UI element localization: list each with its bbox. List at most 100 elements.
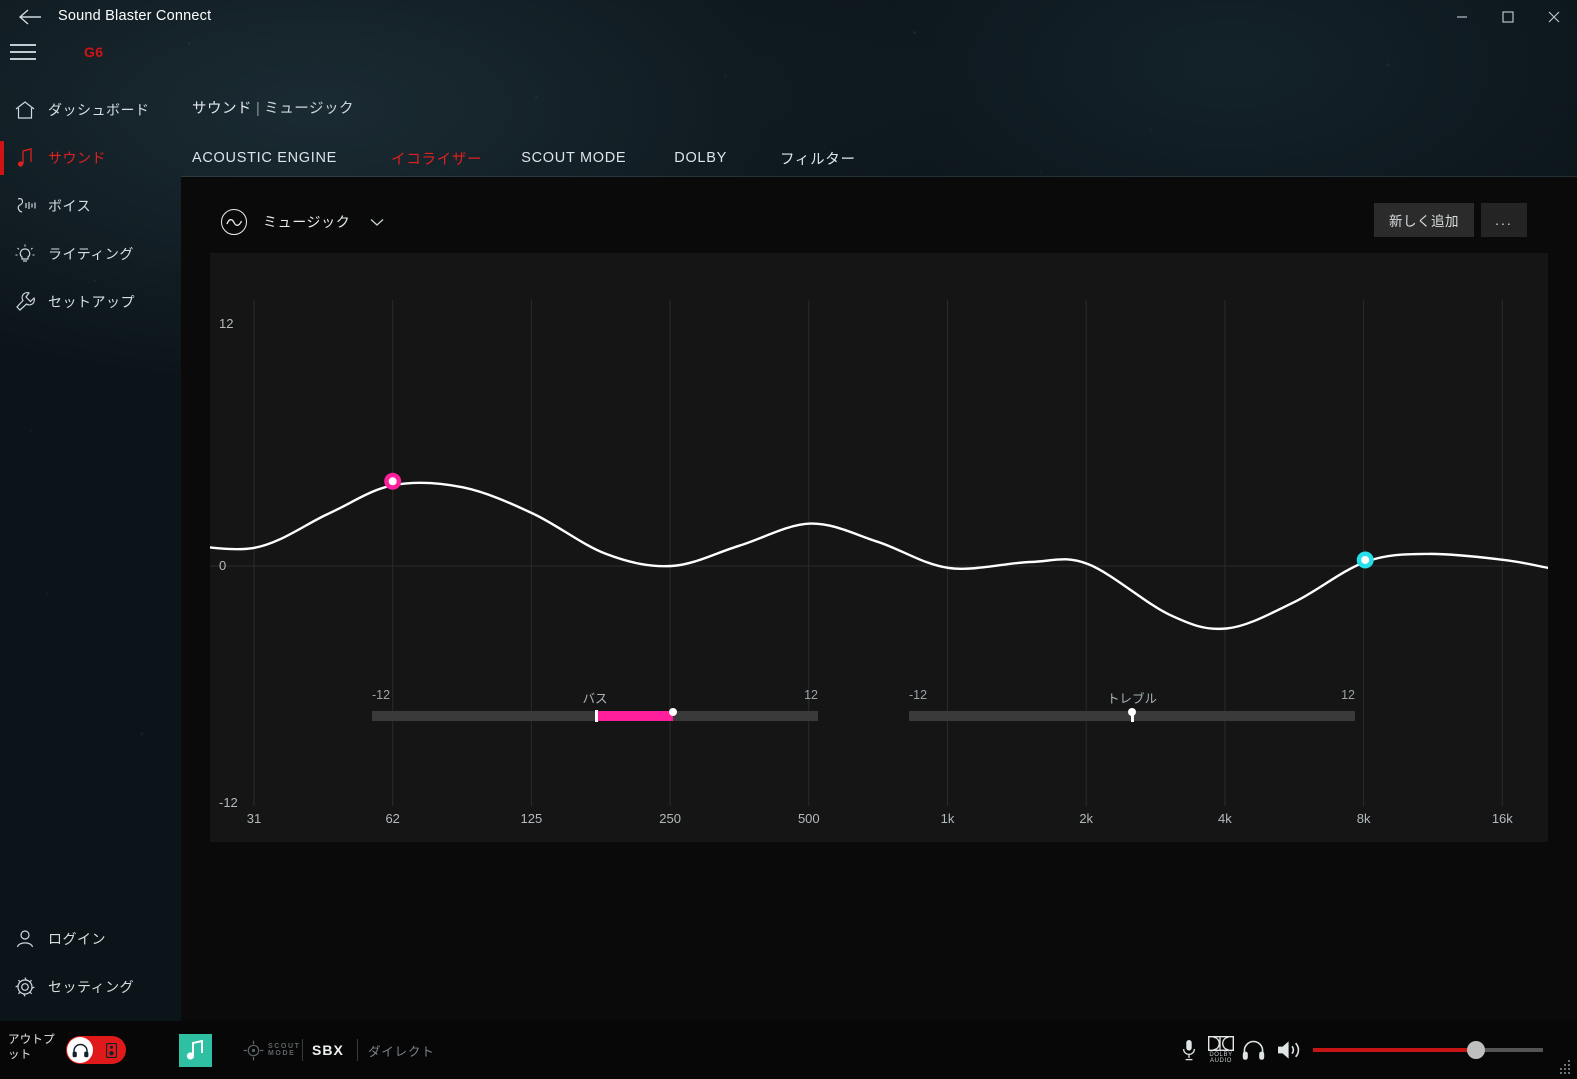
profile-tile-music[interactable] [179, 1034, 212, 1067]
sidebar-item-label: ボイス [48, 198, 92, 214]
x-axis-tick-label: 8k [1357, 811, 1371, 826]
scout-mode-crosshair-icon [243, 1040, 264, 1060]
app-title: Sound Blaster Connect [58, 8, 212, 24]
tab-scout-mode[interactable]: SCOUT MODE [521, 150, 626, 166]
bass-slider-thumb[interactable] [669, 708, 678, 716]
back-button[interactable] [8, 0, 52, 34]
window-controls [1439, 0, 1577, 34]
bass-slider-fill [595, 711, 674, 721]
tab-bar: ACOUSTIC ENGINE イコライザー SCOUT MODE DOLBY … [181, 138, 1577, 178]
treble-slider-name: トレブル [1106, 692, 1158, 706]
dolby-audio-button[interactable]: DOLBY AUDIO [1208, 1021, 1234, 1079]
microphone-icon [1182, 1040, 1196, 1061]
maximize-icon [1502, 11, 1514, 23]
volume-slider[interactable] [1313, 1041, 1543, 1059]
music-note-icon [14, 147, 48, 169]
sidebar-item-label: ライティング [48, 246, 134, 262]
x-axis-tick-label: 16k [1492, 811, 1513, 826]
breadcrumb: サウンド | ミュージック [192, 97, 354, 118]
x-axis-tick-label: 31 [247, 811, 261, 826]
hamburger-menu-icon-bar3 [10, 58, 36, 60]
bass-band-handle[interactable] [384, 472, 402, 490]
dolby-audio-icon [1208, 1036, 1234, 1051]
sidebar-item-label: セッティング [48, 979, 135, 995]
preset-selector[interactable]: ミュージック [221, 209, 384, 235]
scout-mode-label-top: SCOUT [268, 1043, 301, 1050]
app-window: Sound Blaster Connect G6 ダッシュボード サウンド ボイ… [0, 0, 1577, 1079]
tab-dolby[interactable]: DOLBY [674, 150, 727, 166]
sidebar-item-setup[interactable]: セットアップ [0, 278, 181, 326]
treble-slider-thumb[interactable] [1128, 708, 1136, 716]
dolby-label-bottom: AUDIO [1209, 1058, 1232, 1064]
equalizer-curve-path [210, 481, 1548, 631]
sidebar-item-label: セットアップ [48, 294, 135, 310]
status-bar: アウトプット SCOUT MODE SBX ダイレクト DOLBY AUDIO [0, 1021, 1577, 1079]
treble-max-label: 12 [1341, 688, 1355, 702]
sidebar-item-label: ダッシュボード [48, 102, 150, 118]
treble-slider-labels: -12 トレブル 12 [909, 688, 1355, 706]
menu-button[interactable] [10, 38, 40, 66]
x-axis-tick-label: 500 [798, 811, 820, 826]
microphone-button[interactable] [1181, 1021, 1197, 1079]
output-toggle[interactable] [66, 1036, 126, 1064]
equalizer-graph[interactable]: 12 0 -12 31 62 125 250 500 1k 2k 4k 8k 16k [210, 253, 1548, 842]
music-note-icon [186, 1040, 203, 1060]
x-axis-tick-label: 250 [659, 811, 681, 826]
gear-icon [14, 976, 48, 998]
x-axis-tick-label: 62 [385, 811, 399, 826]
close-button[interactable] [1531, 0, 1577, 34]
sidebar-item-label: ログイン [48, 931, 106, 947]
bass-slider-block: -12 バス 12 [372, 688, 818, 722]
status-divider-2 [357, 1039, 358, 1061]
bass-min-label: -12 [372, 688, 391, 702]
bass-slider-track[interactable] [372, 710, 818, 722]
x-axis-tick-label: 2k [1079, 811, 1093, 826]
status-divider-1 [302, 1039, 303, 1061]
device-label: G6 [84, 44, 104, 60]
sidebar-item-label: サウンド [48, 150, 106, 166]
maximize-button[interactable] [1485, 0, 1531, 34]
direct-mode-indicator[interactable]: ダイレクト [368, 1021, 435, 1079]
y-axis-tick-label: 0 [219, 558, 226, 573]
tab-equalizer[interactable]: イコライザー [391, 148, 482, 169]
breadcrumb-separator: | [256, 101, 261, 117]
minimize-button[interactable] [1439, 0, 1485, 34]
treble-band-handle[interactable] [1356, 551, 1374, 569]
tab-acoustic-engine[interactable]: ACOUSTIC ENGINE [192, 150, 337, 166]
bass-slider-labels: -12 バス 12 [372, 688, 818, 706]
resize-grip-icon[interactable] [1558, 1060, 1572, 1074]
breadcrumb-root[interactable]: サウンド [192, 101, 252, 117]
equalizer-curve-svg: 12 0 -12 31 62 125 250 500 1k 2k 4k 8k 16k [210, 300, 1548, 826]
title-bar: Sound Blaster Connect [0, 0, 1577, 34]
x-axis-tick-label: 1k [941, 811, 955, 826]
volume-slider-thumb[interactable] [1467, 1041, 1486, 1059]
scout-mode-label: SCOUT MODE [268, 1043, 301, 1057]
home-icon [14, 100, 48, 120]
headphone-icon [1242, 1040, 1265, 1060]
y-axis-tick-label: -12 [219, 795, 238, 810]
scout-mode-indicator[interactable]: SCOUT MODE [243, 1021, 301, 1079]
sidebar-item-lighting[interactable]: ライティング [0, 230, 181, 278]
tab-filter[interactable]: フィルター [780, 148, 856, 169]
close-icon [1548, 11, 1560, 23]
sidebar-item-settings[interactable]: セッティング [0, 963, 181, 1011]
y-axis-tick-label: 12 [219, 316, 233, 331]
sidebar-item-voice[interactable]: ボイス [0, 182, 181, 230]
preset-name: ミュージック [263, 214, 351, 230]
sidebar-item-sound[interactable]: サウンド [0, 134, 181, 182]
treble-min-label: -12 [909, 688, 928, 702]
add-preset-button[interactable]: 新しく追加 [1374, 203, 1474, 237]
hamburger-menu-icon-bar2 [10, 51, 36, 53]
sidebar-item-login[interactable]: ログイン [0, 915, 181, 963]
back-arrow-icon [18, 9, 41, 25]
output-label: アウトプット [8, 1034, 55, 1061]
volume-button[interactable] [1277, 1021, 1303, 1079]
sbx-indicator[interactable]: SBX [312, 1021, 344, 1079]
x-axis-tick-label: 4k [1218, 811, 1232, 826]
wrench-icon [14, 291, 48, 313]
headphone-button[interactable] [1242, 1021, 1265, 1079]
more-options-button[interactable]: ... [1481, 203, 1527, 237]
sidebar: ダッシュボード サウンド ボイス ライティング セットアップ ログイン セッティ… [0, 76, 181, 1021]
sidebar-item-dashboard[interactable]: ダッシュボード [0, 86, 181, 134]
main-content: サウンド | ミュージック ACOUSTIC ENGINE イコライザー SCOUT… [181, 76, 1577, 1021]
